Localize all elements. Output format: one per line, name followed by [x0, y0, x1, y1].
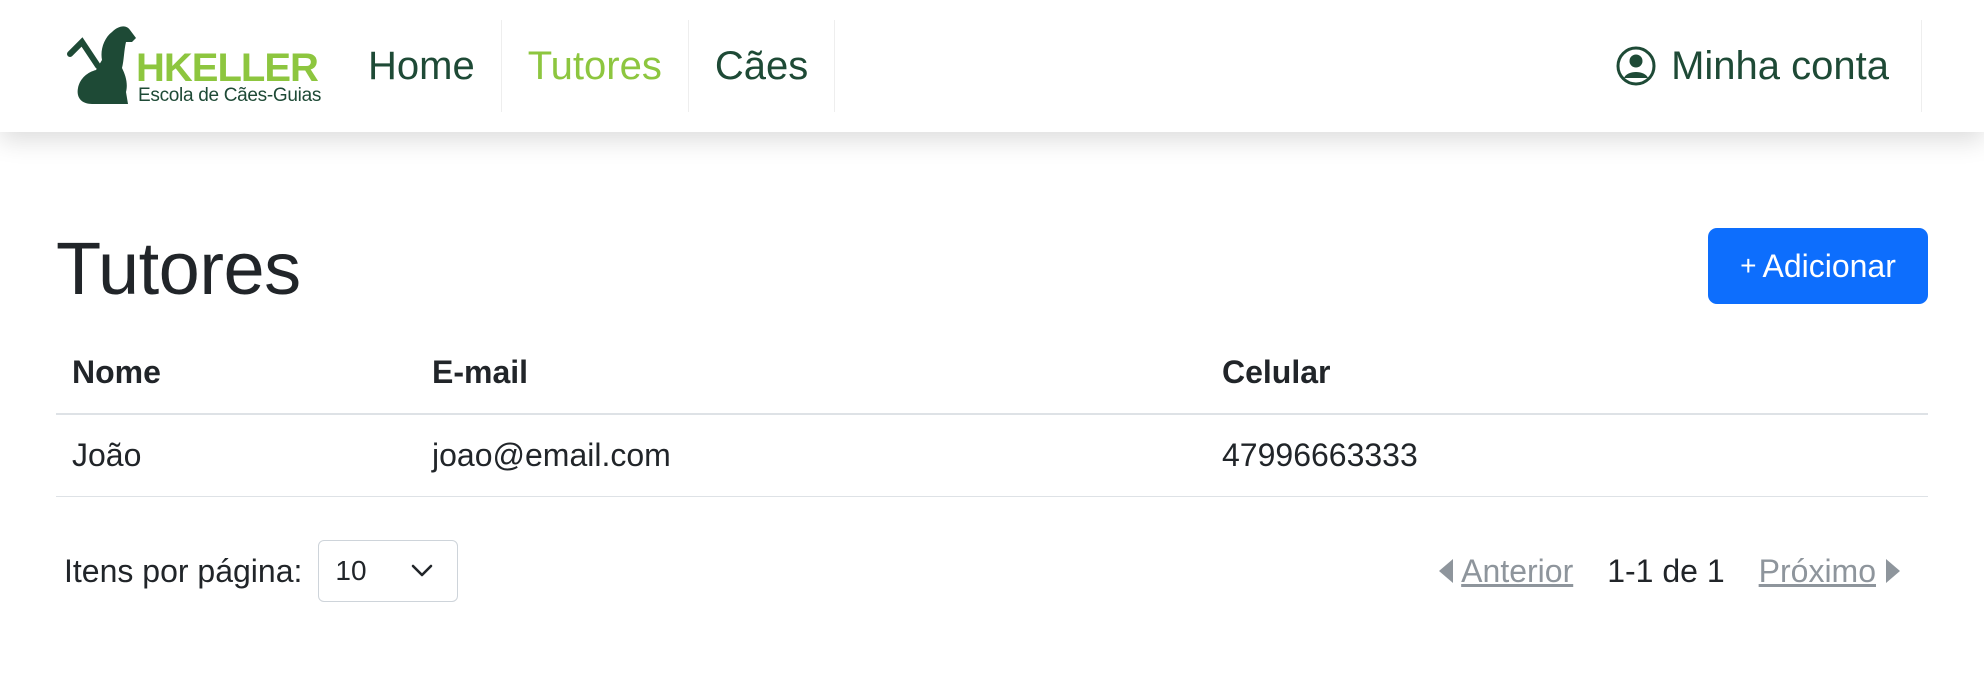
- nav-caes[interactable]: Cães: [689, 20, 836, 112]
- account-menu[interactable]: Minha conta: [1597, 20, 1922, 112]
- nav-home[interactable]: Home: [342, 20, 502, 112]
- caret-right-icon: [1886, 559, 1900, 583]
- brand-logo[interactable]: HKELLER Escola de Cães-Guias: [62, 20, 321, 108]
- table-row[interactable]: João joao@email.com 47996663333: [56, 414, 1928, 497]
- items-per-page-select[interactable]: 10: [318, 540, 459, 602]
- cell-email: joao@email.com: [416, 414, 1206, 497]
- add-tutor-button[interactable]: + Adicionar: [1708, 228, 1928, 304]
- user-circle-icon: [1615, 45, 1657, 87]
- column-header-celular[interactable]: Celular: [1206, 332, 1928, 415]
- items-per-page-value: 10: [335, 555, 367, 586]
- chevron-down-icon: [412, 564, 433, 577]
- table-header-row: Nome E-mail Celular: [56, 332, 1928, 415]
- brand-name: HKELLER: [136, 46, 319, 90]
- column-header-email[interactable]: E-mail: [416, 332, 1206, 415]
- column-header-nome[interactable]: Nome: [56, 332, 416, 415]
- nav-tutores[interactable]: Tutores: [502, 20, 689, 112]
- account-label: Minha conta: [1671, 43, 1889, 88]
- items-per-page-label: Itens por página:: [64, 552, 303, 589]
- next-page-link[interactable]: Próximo: [1759, 553, 1900, 590]
- previous-page-link[interactable]: Anterior: [1439, 553, 1573, 590]
- previous-label: Anterior: [1461, 552, 1574, 589]
- page-title: Tutores: [56, 227, 301, 310]
- plus-icon: +: [1740, 250, 1757, 281]
- next-label: Próximo: [1758, 552, 1876, 589]
- navbar: HKELLER Escola de Cães-Guias Home Tutore…: [0, 0, 1984, 132]
- page-range-info: 1-1 de 1: [1607, 552, 1725, 589]
- items-per-page: Itens por página: 10: [64, 540, 459, 602]
- cell-nome: João: [56, 414, 416, 497]
- caret-left-icon: [1439, 559, 1454, 583]
- cell-celular: 47996663333: [1206, 414, 1928, 497]
- main-nav: Home Tutores Cães: [342, 20, 836, 112]
- guide-dog-logo-icon: [67, 26, 136, 104]
- pagination: Anterior 1-1 de 1 Próximo: [1439, 540, 1900, 602]
- add-button-label: Adicionar: [1762, 247, 1896, 284]
- tutores-table: Nome E-mail Celular João joao@email.com …: [56, 332, 1928, 497]
- brand-subtitle: Escola de Cães-Guias: [138, 85, 322, 106]
